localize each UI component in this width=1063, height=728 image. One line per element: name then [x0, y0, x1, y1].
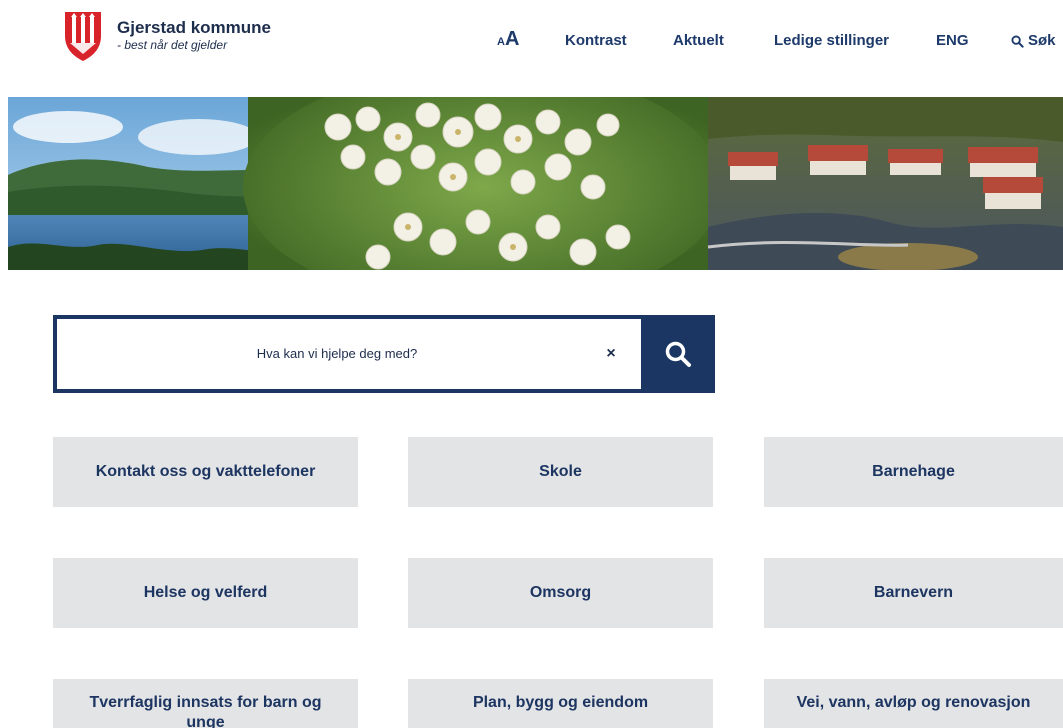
search-placeholder: Hva kan vi hjelpe deg med? — [256, 346, 418, 361]
text-size-small-label: A — [497, 36, 505, 48]
search-link[interactable]: Søk — [1011, 30, 1056, 52]
search-link-label: Søk — [1028, 32, 1056, 49]
site-header: Gjerstad kommune - best når det gjelder … — [0, 0, 1063, 90]
tile-school[interactable]: Skole — [408, 437, 713, 507]
search-submit-button[interactable] — [641, 315, 715, 393]
top-navigation: AA Kontrast Aktuelt Ledige stillinger EN… — [0, 28, 1063, 53]
tile-health[interactable]: Helse og velferd — [53, 558, 358, 628]
tile-planning[interactable]: Plan, bygg og eiendom — [408, 679, 713, 728]
contrast-link[interactable]: Kontrast — [565, 30, 627, 52]
tile-care[interactable]: Omsorg — [408, 558, 713, 628]
search-icon — [665, 341, 691, 367]
news-link[interactable]: Aktuelt — [673, 30, 724, 52]
tile-interdisciplinary[interactable]: Tverrfaglig innsats for barn og unge — [53, 679, 358, 728]
text-size-big-label: A — [504, 28, 520, 50]
tile-kindergarten[interactable]: Barnehage — [764, 437, 1063, 507]
search-icon — [1011, 34, 1024, 48]
hero-image — [8, 97, 1063, 270]
jobs-link[interactable]: Ledige stillinger — [774, 30, 889, 52]
language-link[interactable]: ENG — [936, 30, 969, 52]
tile-child-welfare[interactable]: Barnevern — [764, 558, 1063, 628]
tile-contact[interactable]: Kontakt oss og vakttelefoner — [53, 437, 358, 507]
search-box: Hva kan vi hjelpe deg med? × — [53, 315, 715, 393]
search-input[interactable]: Hva kan vi hjelpe deg med? — [57, 319, 641, 389]
text-size-button[interactable]: AA — [497, 28, 519, 53]
hero-banner — [8, 97, 1063, 270]
close-icon[interactable]: × — [599, 319, 623, 389]
tile-roads-water[interactable]: Vei, vann, avløp og renovasjon — [764, 679, 1063, 728]
